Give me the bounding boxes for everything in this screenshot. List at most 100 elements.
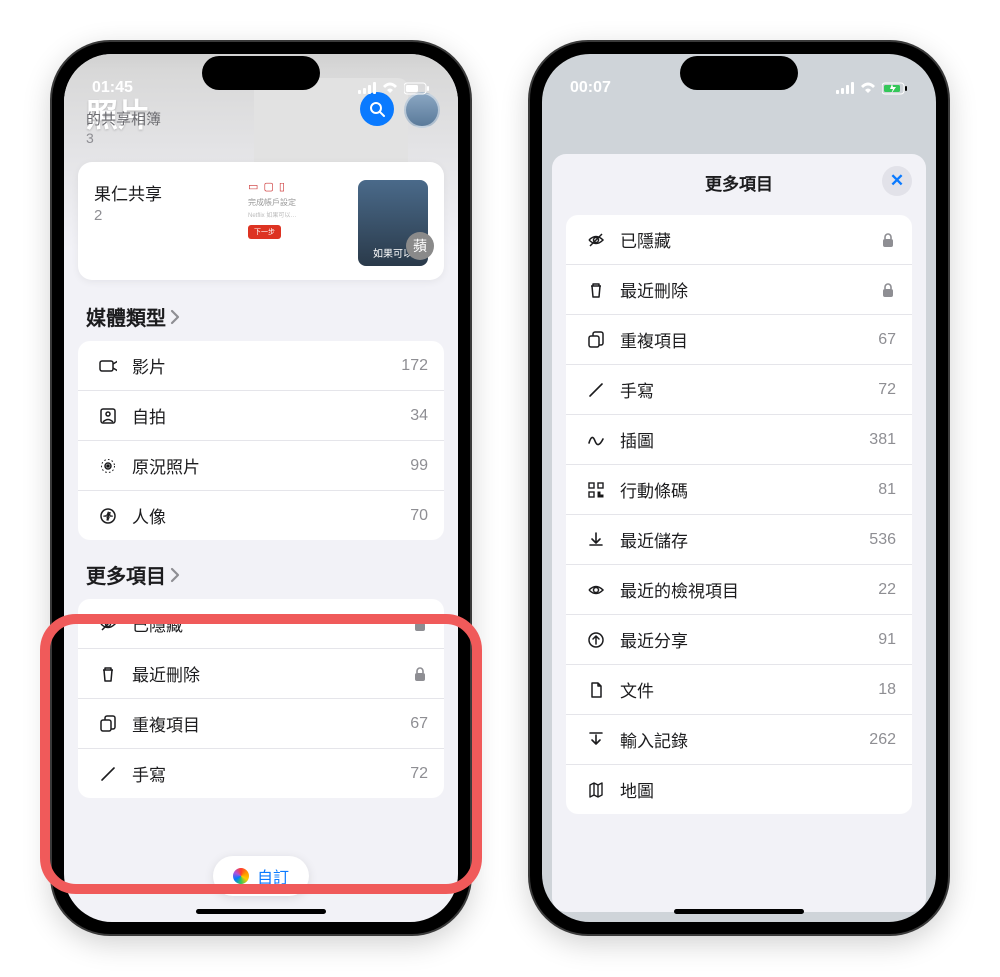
- item-count: 22: [878, 581, 896, 599]
- item-label: 人像: [132, 503, 410, 528]
- item-label: 影片: [132, 353, 401, 378]
- item-label: 重複項目: [132, 711, 410, 736]
- media-types-title: 媒體類型: [86, 302, 166, 331]
- shared-card-preview: ▭ ▢ ▯ 完成帳戶設定 Netflix 如果可以… 下一步: [248, 180, 358, 264]
- item-label: 已隱藏: [620, 227, 880, 252]
- trash-icon: [94, 665, 122, 683]
- device-icons: ▭ ▢ ▯: [248, 180, 358, 193]
- list-item-scribble[interactable]: 插圖381: [566, 415, 912, 465]
- more-items-title: 更多項目: [86, 560, 166, 589]
- media-types-list: 影片172自拍34原況照片99人像70: [78, 341, 444, 540]
- item-label: 文件: [620, 677, 878, 702]
- lock-icon: [880, 232, 896, 248]
- share-icon: [582, 631, 610, 649]
- media-types-header[interactable]: 媒體類型: [64, 292, 458, 341]
- status-time: 00:07: [570, 79, 611, 97]
- item-label: 已隱藏: [132, 611, 412, 636]
- battery-icon: [404, 82, 430, 95]
- sheet-header: 更多項目 ✕: [552, 154, 926, 211]
- live-icon: [94, 457, 122, 475]
- item-label: 最近分享: [620, 627, 878, 652]
- list-item-pencil[interactable]: 手寫72: [566, 365, 912, 415]
- signal-icon: [836, 82, 854, 94]
- screen-left: 01:45 照片 的共享相簿 3 果仁共享 2: [64, 54, 458, 922]
- setup-red-button: 下一步: [248, 225, 281, 239]
- signal-icon: [358, 82, 376, 94]
- home-indicator[interactable]: [674, 909, 804, 914]
- item-count: 67: [878, 331, 896, 349]
- shared-album-item-count: 2: [94, 207, 248, 224]
- download-icon: [582, 531, 610, 549]
- shared-album-title: 果仁共享: [94, 180, 248, 205]
- list-item-qr[interactable]: 行動條碼81: [566, 465, 912, 515]
- item-label: 地圖: [620, 777, 896, 802]
- lock-icon: [880, 282, 896, 298]
- shared-album-card[interactable]: 果仁共享 2 ▭ ▢ ▯ 完成帳戶設定 Netflix 如果可以… 下一步 如果…: [78, 162, 444, 280]
- list-item-trash[interactable]: 最近刪除: [566, 265, 912, 315]
- list-item-video[interactable]: 影片172: [78, 341, 444, 391]
- list-item-trash[interactable]: 最近刪除: [78, 649, 444, 699]
- list-item-pencil[interactable]: 手寫72: [78, 749, 444, 798]
- list-item-portrait[interactable]: 人像70: [78, 491, 444, 540]
- list-item-duplicate[interactable]: 重複項目67: [78, 699, 444, 749]
- item-count: 381: [869, 431, 896, 449]
- home-indicator[interactable]: [196, 909, 326, 914]
- more-items-header[interactable]: 更多項目: [64, 550, 458, 599]
- customize-label: 自訂: [257, 864, 289, 888]
- item-label: 原況照片: [132, 453, 410, 478]
- item-count: 18: [878, 681, 896, 699]
- item-count: 70: [410, 507, 428, 525]
- doc-icon: [582, 681, 610, 699]
- list-item-download[interactable]: 最近儲存536: [566, 515, 912, 565]
- status-time: 01:45: [92, 79, 133, 97]
- item-label: 行動條碼: [620, 477, 878, 502]
- list-item-duplicate[interactable]: 重複項目67: [566, 315, 912, 365]
- list-item-eye[interactable]: 最近的檢視項目22: [566, 565, 912, 615]
- item-label: 最近刪除: [620, 277, 880, 302]
- list-item-selfie[interactable]: 自拍34: [78, 391, 444, 441]
- list-item-import[interactable]: 輸入記錄262: [566, 715, 912, 765]
- item-label: 插圖: [620, 427, 869, 452]
- list-item-share[interactable]: 最近分享91: [566, 615, 912, 665]
- eye-icon: [582, 581, 610, 599]
- trash-icon: [582, 281, 610, 299]
- status-icons: [836, 82, 908, 95]
- item-label: 最近的檢視項目: [620, 577, 878, 602]
- list-item-hidden[interactable]: 已隱藏: [78, 599, 444, 649]
- chevron-right-icon: [170, 309, 180, 325]
- phone-right: 00:07 更多項目 ✕ 已隱藏最近刪除重複項目67手寫72插圖381行動條碼8…: [530, 42, 948, 934]
- wifi-icon: [382, 82, 398, 94]
- customize-button[interactable]: 自訂: [213, 856, 309, 896]
- photos-app-icon: [233, 868, 249, 884]
- item-label: 手寫: [620, 377, 878, 402]
- dynamic-island: [680, 56, 798, 90]
- list-item-map[interactable]: 地圖: [566, 765, 912, 814]
- sheet-item-list: 已隱藏最近刪除重複項目67手寫72插圖381行動條碼81最近儲存536最近的檢視…: [566, 215, 912, 814]
- list-item-hidden[interactable]: 已隱藏: [566, 215, 912, 265]
- lock-icon: [412, 616, 428, 632]
- shared-album-count: 3: [86, 130, 94, 146]
- qr-icon: [582, 481, 610, 499]
- item-label: 輸入記錄: [620, 727, 869, 752]
- list-item-doc[interactable]: 文件18: [566, 665, 912, 715]
- duplicate-icon: [94, 715, 122, 733]
- hidden-icon: [582, 231, 610, 249]
- map-icon: [582, 781, 610, 799]
- list-item-live[interactable]: 原況照片99: [78, 441, 444, 491]
- battery-charging-icon: [882, 82, 908, 95]
- wifi-icon: [860, 82, 876, 94]
- item-count: 72: [878, 381, 896, 399]
- chevron-right-icon: [170, 567, 180, 583]
- close-button[interactable]: ✕: [882, 166, 912, 196]
- pencil-icon: [582, 381, 610, 399]
- item-count: 536: [869, 531, 896, 549]
- portrait-icon: [94, 507, 122, 525]
- item-count: 67: [410, 715, 428, 733]
- import-icon: [582, 731, 610, 749]
- duplicate-icon: [582, 331, 610, 349]
- screen-right: 00:07 更多項目 ✕ 已隱藏最近刪除重複項目67手寫72插圖381行動條碼8…: [542, 54, 936, 922]
- pencil-icon: [94, 765, 122, 783]
- selfie-icon: [94, 407, 122, 425]
- shared-album-subtitle: 的共享相簿: [86, 108, 161, 129]
- hidden-icon: [94, 615, 122, 633]
